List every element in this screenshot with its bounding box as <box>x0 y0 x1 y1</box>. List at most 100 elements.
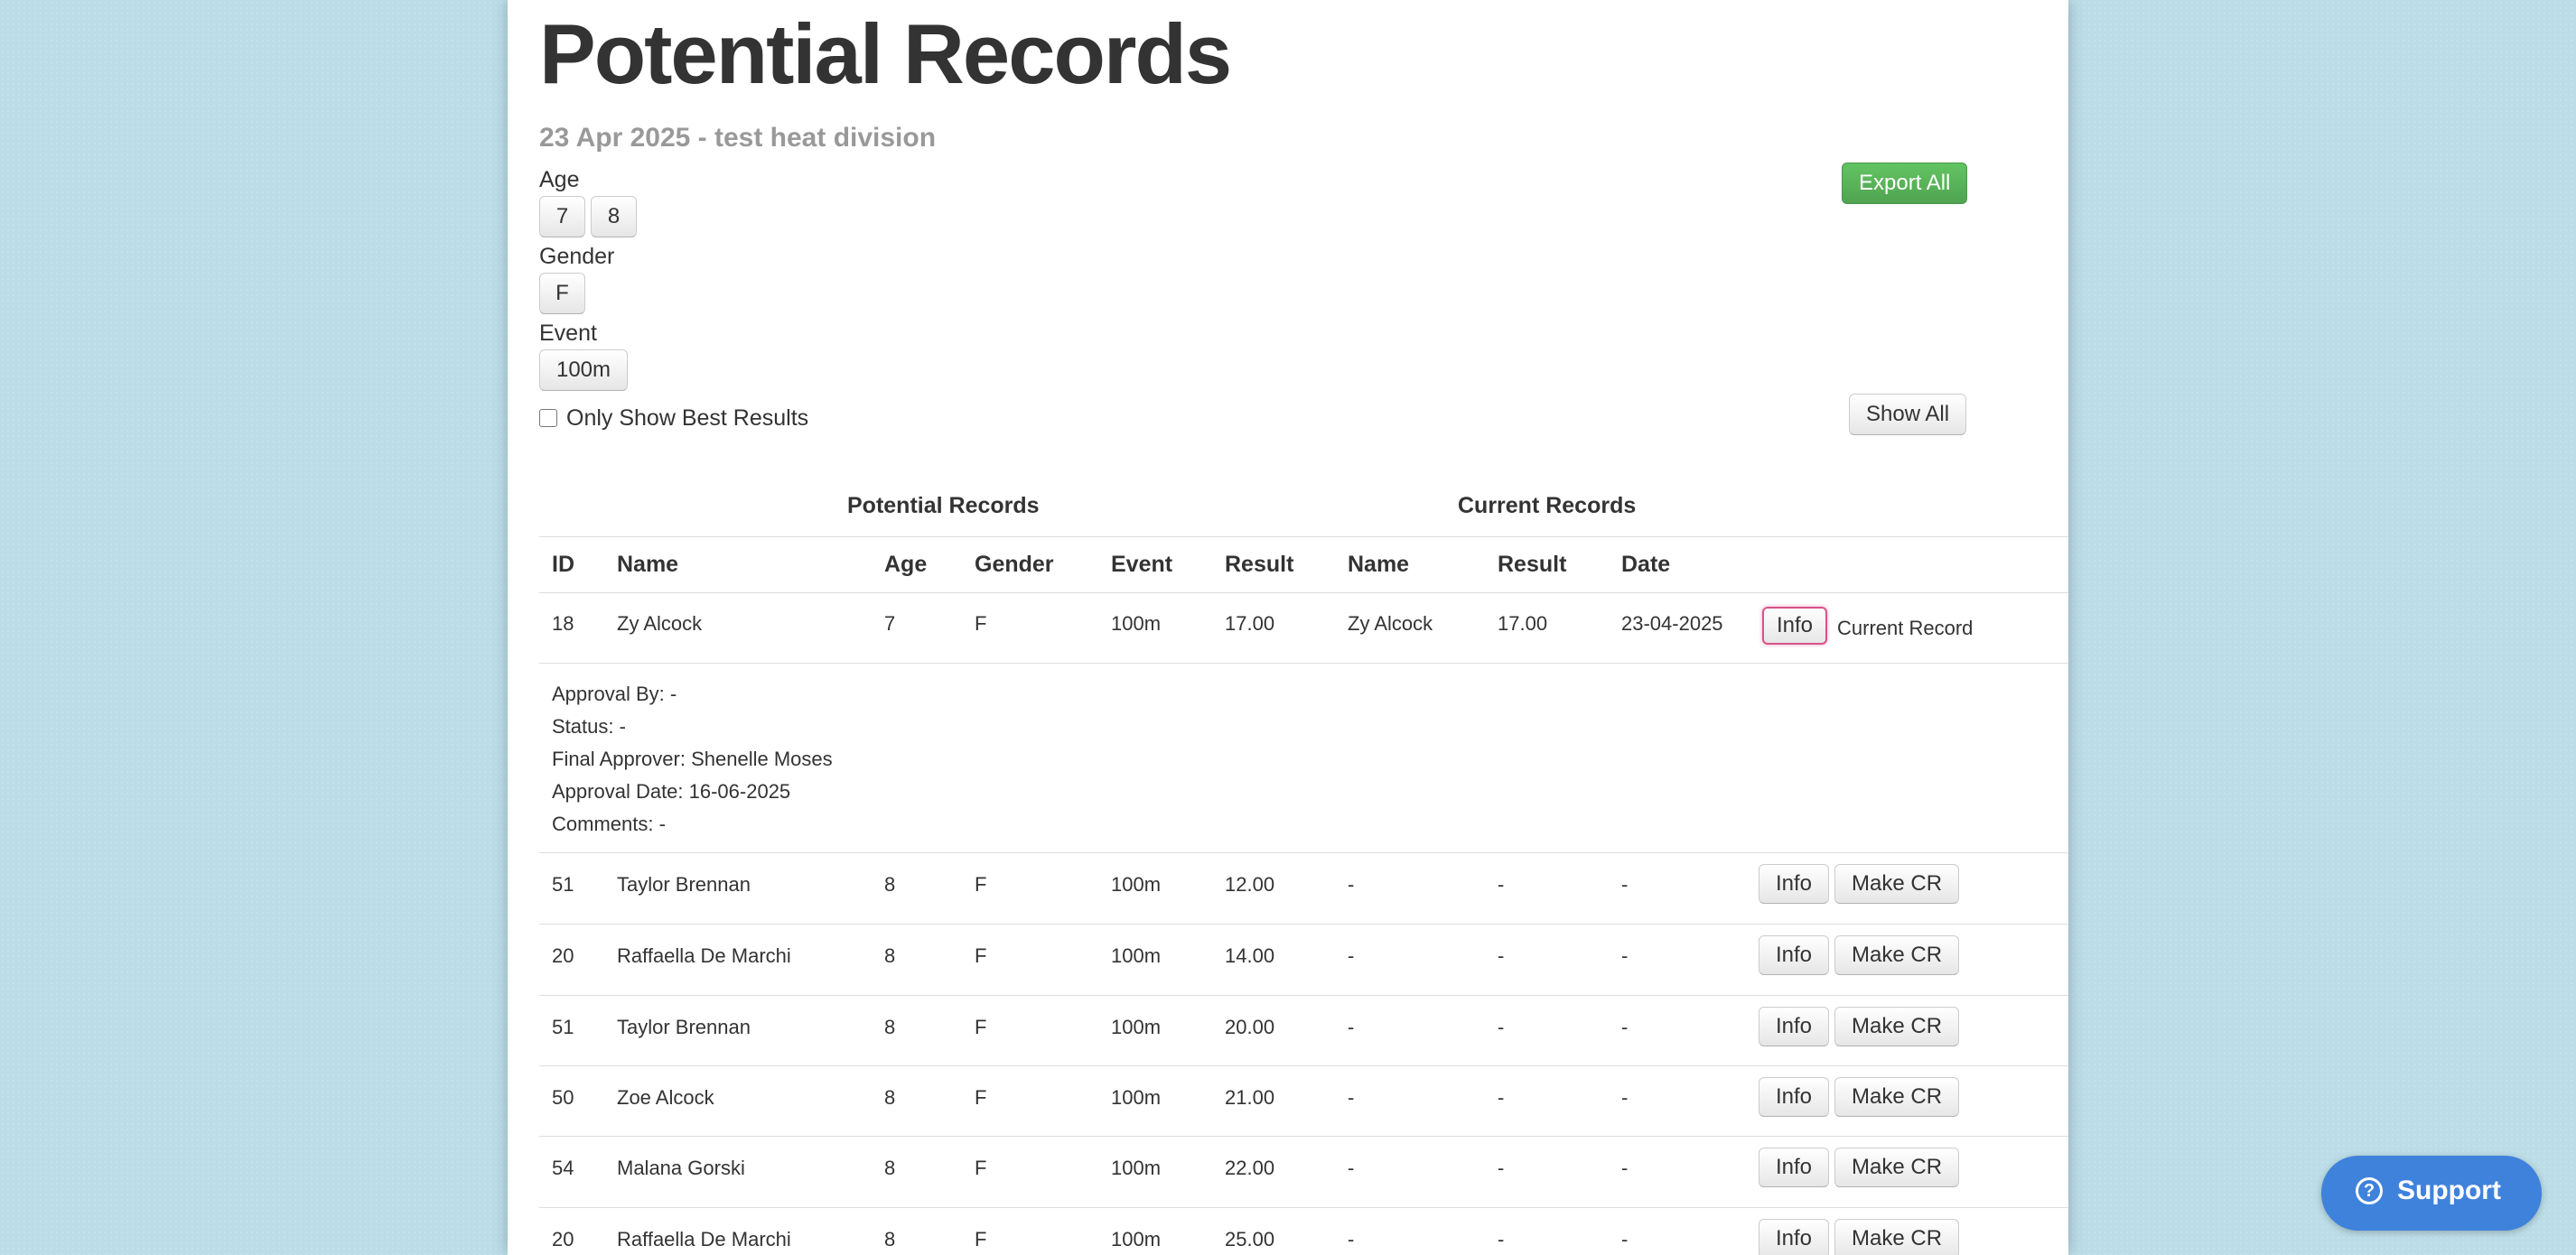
detail-status: Status: - <box>552 715 626 738</box>
row-gender: F <box>975 1228 987 1250</box>
question-circle-icon: ? <box>2356 1177 2383 1204</box>
row-event: 100m <box>1111 612 1162 635</box>
row-cr-name: - <box>1348 1086 1355 1109</box>
table-row: 51 Taylor Brennan 8 F 100m 12.00 - - - I… <box>539 853 2068 924</box>
row-cr-result: - <box>1498 1016 1505 1038</box>
make-cr-button[interactable]: Make CR <box>1834 1077 1960 1117</box>
gender-filter-label: Gender <box>539 244 615 269</box>
divider <box>539 663 2068 664</box>
row-gender: F <box>975 1016 987 1038</box>
row-cr-result: - <box>1498 1228 1505 1250</box>
info-button[interactable]: Info <box>1759 1148 1830 1187</box>
row-cr-result: 17.00 <box>1498 612 1548 635</box>
row-result: 17.00 <box>1225 612 1275 635</box>
column-header-name: Name <box>617 552 679 577</box>
current-record-label: Current Record <box>1837 617 1974 639</box>
row-result: 12.00 <box>1225 873 1275 896</box>
info-button[interactable]: Info <box>1759 864 1830 904</box>
table-row: 18 Zy Alcock 7 F 100m 17.00 Zy Alcock 17… <box>539 592 2068 663</box>
row-result: 20.00 <box>1225 1016 1275 1038</box>
row-name: Raffaella De Marchi <box>617 944 791 967</box>
row-age: 8 <box>884 944 896 967</box>
table-row: 54 Malana Gorski 8 F 100m 22.00 - - - In… <box>539 1137 2068 1207</box>
row-event: 100m <box>1111 944 1162 967</box>
row-cr-date: - <box>1621 1157 1629 1179</box>
current-records-header: Current Records <box>1458 493 1637 518</box>
row-id: 51 <box>552 1016 574 1038</box>
make-cr-button[interactable]: Make CR <box>1834 864 1960 904</box>
row-name: Zy Alcock <box>617 612 703 635</box>
row-event: 100m <box>1111 873 1162 896</box>
column-header-gender: Gender <box>975 552 1054 577</box>
best-results-label: Only Show Best Results <box>566 405 809 431</box>
make-cr-button[interactable]: Make CR <box>1834 1007 1960 1046</box>
info-button[interactable]: Info <box>1759 935 1830 975</box>
info-button[interactable]: Info <box>1762 607 1828 645</box>
export-all-button[interactable]: Export All <box>1842 163 1968 204</box>
row-gender: F <box>975 944 987 967</box>
make-cr-button[interactable]: Make CR <box>1834 1219 1960 1255</box>
column-header-age: Age <box>884 552 928 577</box>
detail-approval-by: Approval By: - <box>552 683 677 705</box>
column-header-event: Event <box>1111 552 1173 577</box>
support-label: Support <box>2397 1176 2501 1205</box>
row-name: Zoe Alcock <box>617 1086 714 1109</box>
info-button[interactable]: Info <box>1759 1219 1830 1255</box>
row-cr-name: - <box>1348 1016 1355 1038</box>
row-event: 100m <box>1111 1016 1162 1038</box>
row-event: 100m <box>1111 1086 1162 1109</box>
row-id: 54 <box>552 1157 574 1179</box>
divider <box>539 536 2068 537</box>
page-subtitle: 23 Apr 2025 - test heat division <box>539 123 937 153</box>
row-age: 8 <box>884 1086 896 1109</box>
event-filter-100m-button[interactable]: 100m <box>539 349 628 391</box>
row-gender: F <box>975 873 987 896</box>
info-button[interactable]: Info <box>1759 1007 1830 1046</box>
row-gender: F <box>975 612 987 635</box>
gender-filter-f-button[interactable]: F <box>539 273 585 314</box>
row-result: 21.00 <box>1225 1086 1275 1109</box>
row-cr-date: - <box>1621 1016 1629 1038</box>
row-id: 51 <box>552 873 574 896</box>
info-button[interactable]: Info <box>1759 1077 1830 1117</box>
row-result: 22.00 <box>1225 1157 1275 1179</box>
make-cr-button[interactable]: Make CR <box>1834 935 1960 975</box>
row-id: 20 <box>552 1228 574 1250</box>
row-name: Taylor Brennan <box>617 1016 751 1038</box>
column-header-id: ID <box>552 552 574 577</box>
detail-final-approver: Final Approver: Shenelle Moses <box>552 748 833 770</box>
row-age: 8 <box>884 873 896 896</box>
row-cr-date: - <box>1621 944 1629 967</box>
make-cr-button[interactable]: Make CR <box>1834 1148 1960 1187</box>
row-name: Malana Gorski <box>617 1157 745 1179</box>
age-filter-8-button[interactable]: 8 <box>591 196 637 237</box>
row-gender: F <box>975 1086 987 1109</box>
column-header-cr-result: Result <box>1498 552 1567 577</box>
row-id: 20 <box>552 944 574 967</box>
table-row: 51 Taylor Brennan 8 F 100m 20.00 - - - I… <box>539 996 2068 1066</box>
row-cr-result: - <box>1498 1157 1505 1179</box>
best-results-checkbox[interactable] <box>539 409 557 427</box>
row-gender: F <box>975 1157 987 1179</box>
detail-approval-date: Approval Date: 16-06-2025 <box>552 780 791 803</box>
row-age: 8 <box>884 1157 896 1179</box>
table-row: 20 Raffaella De Marchi 8 F 100m 14.00 - … <box>539 925 2068 995</box>
detail-comments: Comments: - <box>552 813 666 835</box>
row-cr-name: - <box>1348 1157 1355 1179</box>
row-id: 50 <box>552 1086 574 1109</box>
page-title: Potential Records <box>539 6 1232 101</box>
row-event: 100m <box>1111 1157 1162 1179</box>
table-row: 50 Zoe Alcock 8 F 100m 21.00 - - - Info … <box>539 1066 2068 1137</box>
row-result: 25.00 <box>1225 1228 1275 1250</box>
row-cr-result: - <box>1498 944 1505 967</box>
row-name: Raffaella De Marchi <box>617 1228 791 1250</box>
age-filter-7-button[interactable]: 7 <box>539 196 585 237</box>
show-all-button[interactable]: Show All <box>1849 394 1967 435</box>
row-cr-name: - <box>1348 873 1355 896</box>
column-header-cr-date: Date <box>1621 552 1671 577</box>
age-filter-label: Age <box>539 167 580 192</box>
row-age: 8 <box>884 1016 896 1038</box>
row-name: Taylor Brennan <box>617 873 751 896</box>
support-button[interactable]: ? Support <box>2321 1156 2542 1231</box>
row-cr-date: - <box>1621 1228 1629 1250</box>
